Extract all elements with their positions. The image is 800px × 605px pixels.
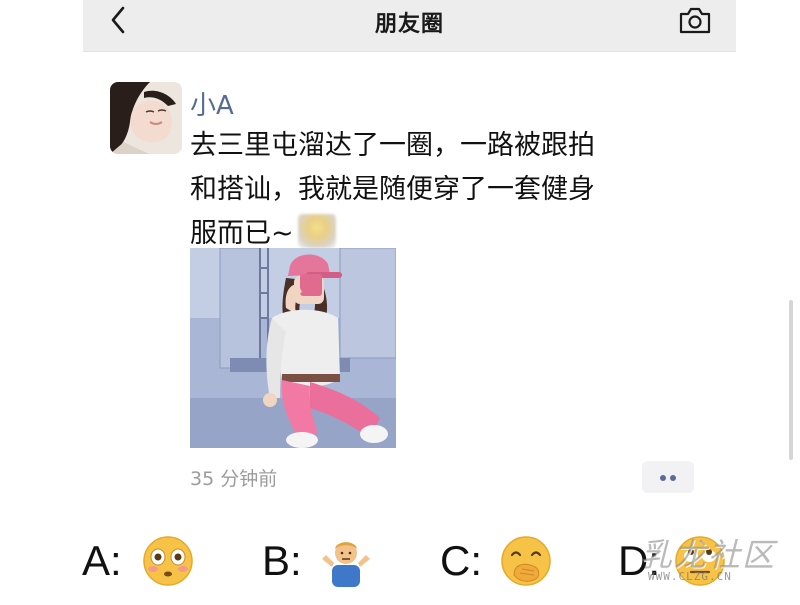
more-dots-icon (660, 475, 666, 481)
option-b-label: B: (262, 537, 302, 584)
option-c-label: C: (440, 537, 482, 584)
avatar[interactable] (110, 82, 182, 154)
post-text-line: 和搭讪，我就是随便穿了一套健身 (190, 174, 595, 205)
post-text-line: 去三里屯溜达了一圈，一路被跟拍 (190, 130, 595, 161)
option-a-label: A: (82, 537, 122, 584)
man-shrugging-emoji-icon (322, 542, 370, 587)
option-c[interactable]: C: (440, 535, 560, 591)
watermark: 乳龙社区 WWW.CLZG.CN (640, 530, 790, 592)
page-title: 朋友圈 (374, 12, 444, 37)
post-timestamp: 35 分钟前 (190, 468, 278, 490)
option-a[interactable]: A: (82, 535, 202, 591)
more-actions-button[interactable] (642, 461, 694, 493)
more-dots-icon (670, 475, 676, 481)
post-content: 去三里屯溜达了一圈，一路被跟拍 和搭讪，我就是随便穿了一套健身 服而已~ (190, 124, 700, 256)
post-text-line: 服而已~ (190, 218, 294, 249)
post-image[interactable] (190, 248, 396, 448)
face-with-hand-over-mouth-emoji-icon (501, 536, 551, 586)
post-author[interactable]: 小A (190, 85, 234, 122)
blurred-emoji-icon (297, 214, 336, 248)
illustration-image (190, 248, 396, 448)
scrollbar[interactable] (789, 300, 793, 460)
camera-button[interactable] (678, 5, 712, 35)
watermark-url: WWW.CLZG.CN (648, 570, 732, 583)
top-nav-bar: 朋友圈 (83, 0, 736, 52)
camera-icon (679, 7, 711, 34)
option-b[interactable]: B: (262, 535, 382, 591)
flushed-face-emoji-icon (143, 536, 193, 586)
avatar-image (110, 82, 182, 154)
